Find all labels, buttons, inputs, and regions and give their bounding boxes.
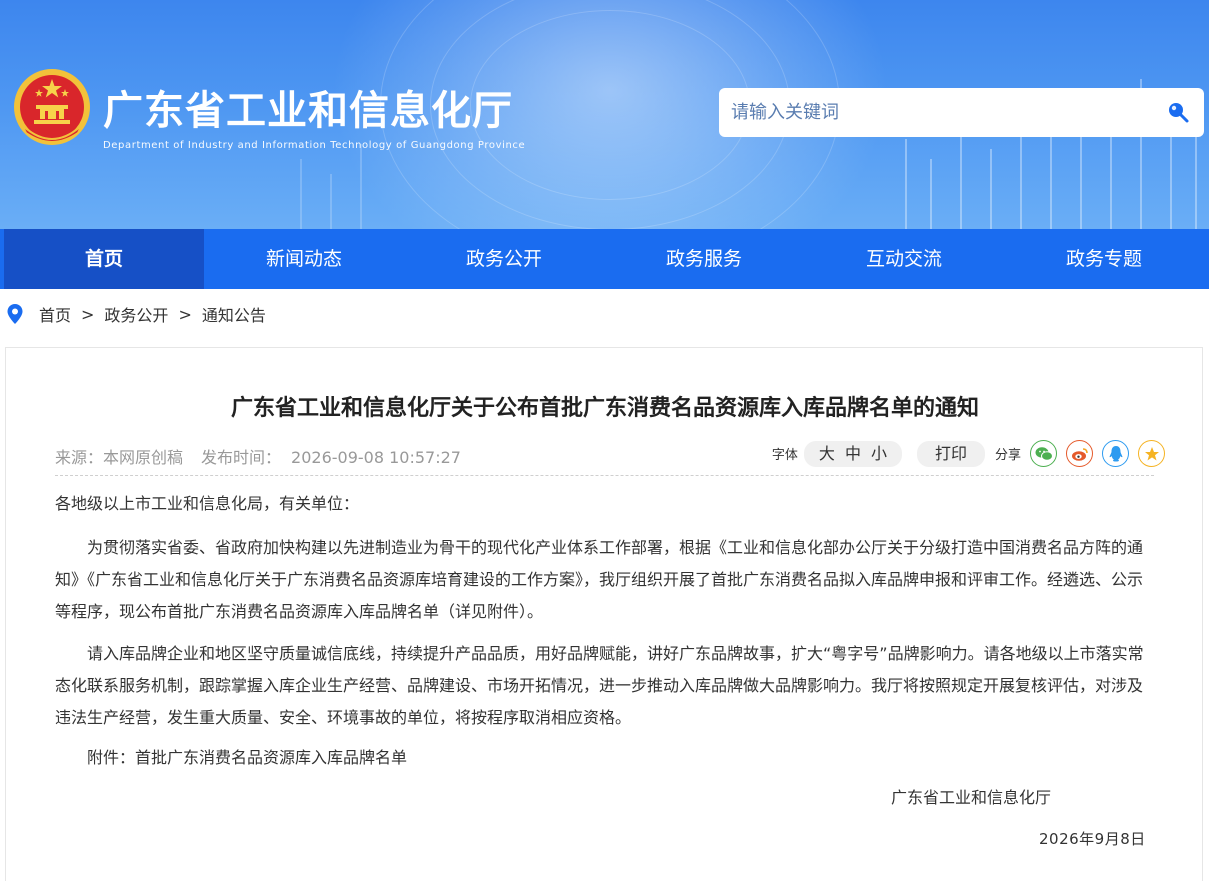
site-subtitle: Department of Industry and Information T… xyxy=(103,140,526,151)
font-size-large[interactable]: 大 xyxy=(819,441,835,467)
skyline-line xyxy=(930,159,932,229)
article-attachment[interactable]: 附件：首批广东消费名品资源库入库品牌名单 xyxy=(55,742,1155,774)
nav-item-news[interactable]: 新闻动态 xyxy=(204,229,404,289)
publish-label: 发布时间： xyxy=(201,448,282,467)
skyline-line xyxy=(330,174,332,229)
article-tools: 字体 大 中 小 打印 分享 xyxy=(772,440,1165,467)
nav-item-gov-service[interactable]: 政务服务 xyxy=(604,229,804,289)
font-size-selector: 大 中 小 xyxy=(803,440,902,467)
skyline-line xyxy=(905,139,907,229)
article-paragraph: 请入库品牌企业和地区坚守质量诚信底线，持续提升产品品质，用好品牌赋能，讲好广东品… xyxy=(55,644,1144,727)
article-source: 来源：本网原创稿 xyxy=(55,448,184,467)
article-salutation: 各地级以上市工业和信息化局，有关单位： xyxy=(55,494,360,513)
nav-item-interaction[interactable]: 互动交流 xyxy=(804,229,1004,289)
nav-item-home[interactable]: 首页 xyxy=(4,229,204,289)
national-emblem-icon xyxy=(14,69,90,145)
breadcrumb-separator: > xyxy=(178,304,192,324)
publish-time: 2026-09-08 10:57:27 xyxy=(291,448,461,467)
font-size-label: 字体 xyxy=(771,448,798,463)
location-pin-icon xyxy=(7,304,23,324)
breadcrumb-home[interactable]: 首页 xyxy=(39,302,71,326)
article-container: 广东省工业和信息化厅关于公布首批广东消费名品资源库入库品牌名单的通知 来源：本网… xyxy=(5,347,1203,881)
breadcrumb: 首页 > 政务公开 > 通知公告 xyxy=(0,300,266,328)
article-body: 各地级以上市工业和信息化局，有关单位： 为贯彻落实省委、省政府加快构建以先进制造… xyxy=(55,488,1155,774)
breadcrumb-notices[interactable]: 通知公告 xyxy=(202,302,266,326)
nav-item-topics[interactable]: 政务专题 xyxy=(1004,229,1204,289)
article-paragraph: 为贯彻落实省委、省政府加快构建以先进制造业为骨干的现代化产业体系工作部署，根据《… xyxy=(55,538,1144,621)
qzone-icon[interactable] xyxy=(1138,440,1165,467)
weibo-icon[interactable] xyxy=(1066,440,1093,467)
qq-icon[interactable] xyxy=(1102,440,1129,467)
article-title: 广东省工业和信息化厅关于公布首批广东消费名品资源库入库品牌名单的通知 xyxy=(230,396,979,421)
print-button[interactable]: 打印 xyxy=(916,440,985,467)
skyline-line xyxy=(990,149,992,229)
article-date: 2026年9月8日 xyxy=(1039,830,1146,848)
meta-divider xyxy=(55,475,1154,476)
search-input[interactable] xyxy=(731,96,1151,128)
article-signature: 广东省工业和信息化厅 xyxy=(891,788,1052,807)
skyline-line xyxy=(300,159,302,229)
main-nav: 首页 新闻动态 政务公开 政务服务 互动交流 政务专题 xyxy=(0,229,1209,289)
nav-item-gov-affairs[interactable]: 政务公开 xyxy=(404,229,604,289)
breadcrumb-gov-affairs[interactable]: 政务公开 xyxy=(104,302,168,326)
wechat-icon[interactable] xyxy=(1030,440,1057,467)
font-size-medium[interactable]: 中 xyxy=(845,441,861,467)
site-title: 广东省工业和信息化厅 xyxy=(103,88,513,134)
search-box xyxy=(719,88,1204,137)
skyline-line xyxy=(1050,134,1052,229)
share-label: 分享 xyxy=(994,448,1021,463)
skyline-line xyxy=(960,129,962,229)
skyline-line xyxy=(1195,129,1197,229)
breadcrumb-separator: > xyxy=(81,304,95,324)
font-size-small[interactable]: 小 xyxy=(871,441,887,467)
skyline-line xyxy=(360,144,362,229)
article-meta: 来源：本网原创稿 发布时间： 2026-09-08 10:57:27 xyxy=(55,444,461,468)
search-icon[interactable] xyxy=(1166,100,1190,124)
header-banner: 广东省工业和信息化厅 Department of Industry and In… xyxy=(0,0,1209,229)
